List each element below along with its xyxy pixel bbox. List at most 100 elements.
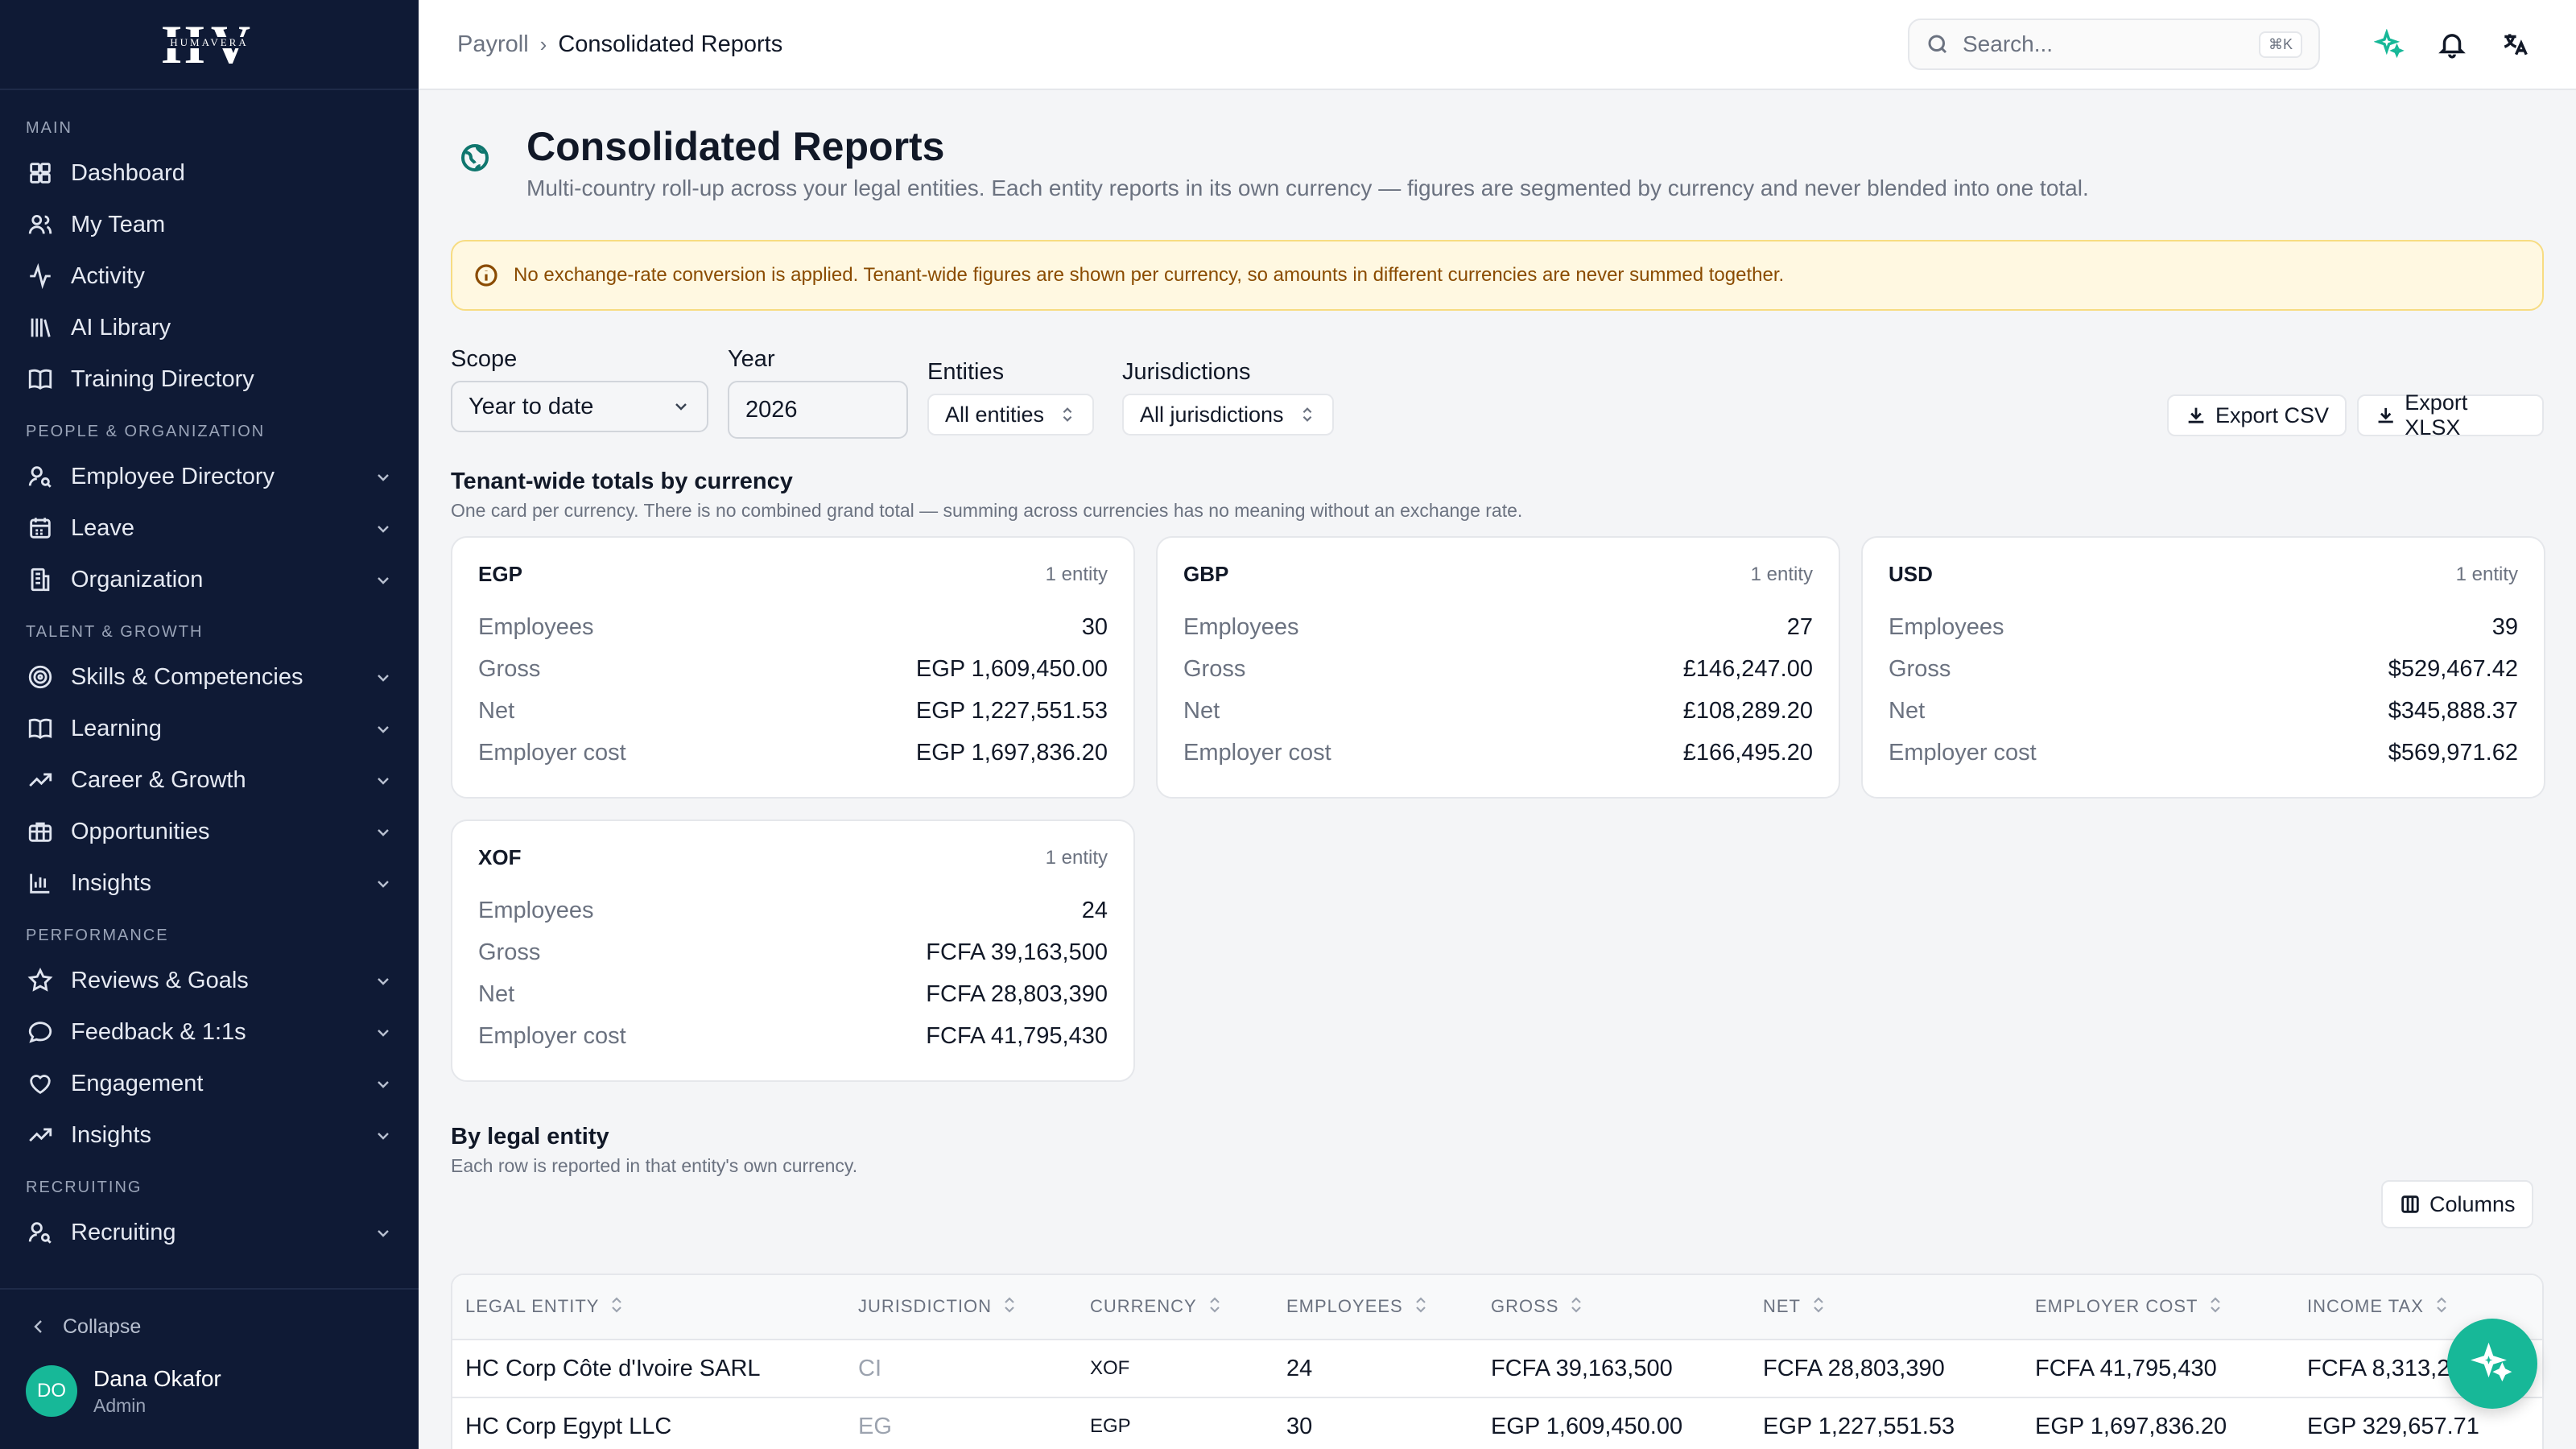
language-button[interactable] xyxy=(2492,22,2537,67)
table-cell: FCFA 28,803,390 xyxy=(1750,1340,2022,1398)
breadcrumb-current: Consolidated Reports xyxy=(558,31,783,57)
column-header-legal-entity[interactable]: LEGAL ENTITY xyxy=(452,1275,845,1340)
collapse-button[interactable]: Collapse xyxy=(0,1301,419,1352)
sidebar-item-employee-directory[interactable]: Employee Directory xyxy=(0,451,419,502)
sort-icon[interactable] xyxy=(2434,1295,2450,1319)
sort-icon[interactable] xyxy=(1207,1295,1223,1319)
column-header-gross[interactable]: GROSS xyxy=(1478,1275,1750,1340)
sort-icon[interactable] xyxy=(1001,1295,1018,1319)
metric-value: $569,971.62 xyxy=(2388,739,2518,766)
metric-label: Gross xyxy=(478,655,541,682)
notifications-button[interactable] xyxy=(2429,22,2475,67)
search-icon xyxy=(1928,35,1947,54)
chevron-down-icon xyxy=(374,518,393,538)
sidebar-item-label: Insights xyxy=(71,1121,151,1148)
page-title: Consolidated Reports xyxy=(526,124,945,169)
sidebar-item-opportunities[interactable]: Opportunities xyxy=(0,806,419,857)
sidebar-item-organization[interactable]: Organization xyxy=(0,554,419,605)
year-input[interactable] xyxy=(745,396,890,423)
ai-sparkle-button[interactable] xyxy=(2367,22,2412,67)
table-cell: EG xyxy=(845,1397,1077,1449)
search-input[interactable] xyxy=(1963,31,2259,57)
sidebar-item-label: Career & Growth xyxy=(71,766,246,793)
column-header-label: NET xyxy=(1763,1295,1801,1316)
sidebar-item-learning[interactable]: Learning xyxy=(0,703,419,754)
card-row-net: Net $345,888.37 xyxy=(1889,690,2518,732)
entities-select[interactable]: All entities xyxy=(927,394,1095,436)
entities-value: All entities xyxy=(945,402,1045,427)
sidebar-item-insights[interactable]: Insights xyxy=(0,857,419,909)
sidebar-item-dashboard[interactable]: Dashboard xyxy=(0,147,419,199)
scope-label: Scope xyxy=(451,346,518,372)
entities-label: Entities xyxy=(927,359,1005,385)
sidebar-item-my-team[interactable]: My Team xyxy=(0,199,419,250)
metric-value: FCFA 28,803,390 xyxy=(926,980,1108,1007)
bell-icon xyxy=(2438,34,2466,59)
jurisdictions-select[interactable]: All jurisdictions xyxy=(1122,394,1334,436)
metric-value: EGP 1,697,836.20 xyxy=(915,739,1108,766)
column-header-employer-cost[interactable]: EMPLOYER COST xyxy=(2022,1275,2294,1340)
sidebar-item-label: Reviews & Goals xyxy=(71,967,249,993)
sidebar-item-training-directory[interactable]: Training Directory xyxy=(0,353,419,405)
metric-label: Employer cost xyxy=(478,739,626,766)
sort-icon[interactable] xyxy=(1568,1295,1584,1319)
sidebar-item-skills-competencies[interactable]: Skills & Competencies xyxy=(0,651,419,703)
breadcrumb-payroll[interactable]: Payroll xyxy=(457,31,529,58)
sidebar-item-leave[interactable]: Leave xyxy=(0,502,419,554)
sidebar-item-label: AI Library xyxy=(71,314,171,341)
sidebar-item-ai-library[interactable]: AI Library xyxy=(0,302,419,353)
logo[interactable]: HV HUMAVERA xyxy=(0,0,419,90)
sort-icon[interactable] xyxy=(1413,1295,1429,1319)
user-menu[interactable]: DO Dana Okafor Admin xyxy=(0,1352,419,1430)
column-header-jurisdiction[interactable]: JURISDICTION xyxy=(845,1275,1077,1340)
chevron-down-icon xyxy=(374,1022,393,1042)
chevron-down-icon xyxy=(374,1223,393,1242)
metric-value: £166,495.20 xyxy=(1682,739,1813,766)
chevron-down-icon xyxy=(374,971,393,990)
sort-icon[interactable] xyxy=(609,1295,625,1319)
sidebar-item-career-growth[interactable]: Career & Growth xyxy=(0,754,419,806)
sidebar-item-feedback-1-1s[interactable]: Feedback & 1:1s xyxy=(0,1006,419,1058)
table-row[interactable]: HC Corp Egypt LLC EG EGP 30 EGP 1,609,450.00… xyxy=(452,1397,2542,1449)
column-header-employees[interactable]: EMPLOYEES xyxy=(1274,1275,1478,1340)
sidebar-footer: Collapse DO Dana Okafor Admin xyxy=(0,1288,419,1449)
table-cell: EGP 1,609,450.00 xyxy=(1478,1397,1750,1449)
currency-card-usd: USD 1 entity Employees 39 Gross $529,467.42 Ne… xyxy=(1861,536,2545,799)
sidebar-item-engagement[interactable]: Engagement xyxy=(0,1058,419,1109)
logo-wordmark: HUMAVERA xyxy=(157,37,262,48)
card-header: GBP 1 entity xyxy=(1183,562,1813,587)
no-conversion-alert: No exchange-rate conversion is applied. … xyxy=(451,240,2544,311)
columns-button[interactable]: Columns xyxy=(2381,1180,2533,1228)
card-row-gross: Gross FCFA 39,163,500 xyxy=(478,931,1108,973)
sidebar-item-label: Recruiting xyxy=(71,1219,176,1245)
search-box[interactable]: ⌘K xyxy=(1908,19,2320,70)
sort-icon[interactable] xyxy=(2207,1295,2223,1319)
sidebar-item-activity[interactable]: Activity xyxy=(0,250,419,302)
chevrons-up-down-icon xyxy=(1063,407,1072,422)
card-header: EGP 1 entity xyxy=(478,562,1108,587)
card-row-employer-cost: Employer cost EGP 1,697,836.20 xyxy=(478,732,1108,774)
entity-count: 1 entity xyxy=(1045,563,1108,585)
export-csv-button[interactable]: Export CSV xyxy=(2167,394,2347,436)
card-row-employees: Employees 30 xyxy=(478,606,1108,648)
sort-icon[interactable] xyxy=(1810,1295,1827,1319)
table-cell: HC Corp Egypt LLC xyxy=(452,1397,845,1449)
metric-label: Net xyxy=(478,980,515,1007)
page-header: Consolidated Reports Multi-country roll-… xyxy=(451,90,2544,201)
sidebar-item-reviews-goals[interactable]: Reviews & Goals xyxy=(0,955,419,1006)
sidebar-item-insights[interactable]: Insights xyxy=(0,1109,419,1161)
column-header-currency[interactable]: CURRENCY xyxy=(1077,1275,1274,1340)
nav-section-title: TALENT & GROWTH xyxy=(26,623,204,641)
sidebar-item-recruiting[interactable]: Recruiting xyxy=(0,1207,419,1258)
chevron-down-icon xyxy=(374,770,393,790)
card-row-employees: Employees 39 xyxy=(1889,606,2518,648)
scope-select[interactable]: Year to date xyxy=(451,381,708,432)
ai-assistant-button[interactable] xyxy=(2447,1319,2537,1409)
table-row[interactable]: HC Corp Côte d'Ivoire SARL CI XOF 24 FCFA 39… xyxy=(452,1340,2542,1398)
entity-count: 1 entity xyxy=(1750,563,1813,585)
year-field[interactable] xyxy=(728,381,908,439)
table-cell: 30 xyxy=(1274,1397,1478,1449)
column-header-net[interactable]: NET xyxy=(1750,1275,2022,1340)
table-cell: FCFA 39,163,500 xyxy=(1478,1340,1750,1398)
export-xlsx-button[interactable]: Export XLSX xyxy=(2357,390,2544,440)
